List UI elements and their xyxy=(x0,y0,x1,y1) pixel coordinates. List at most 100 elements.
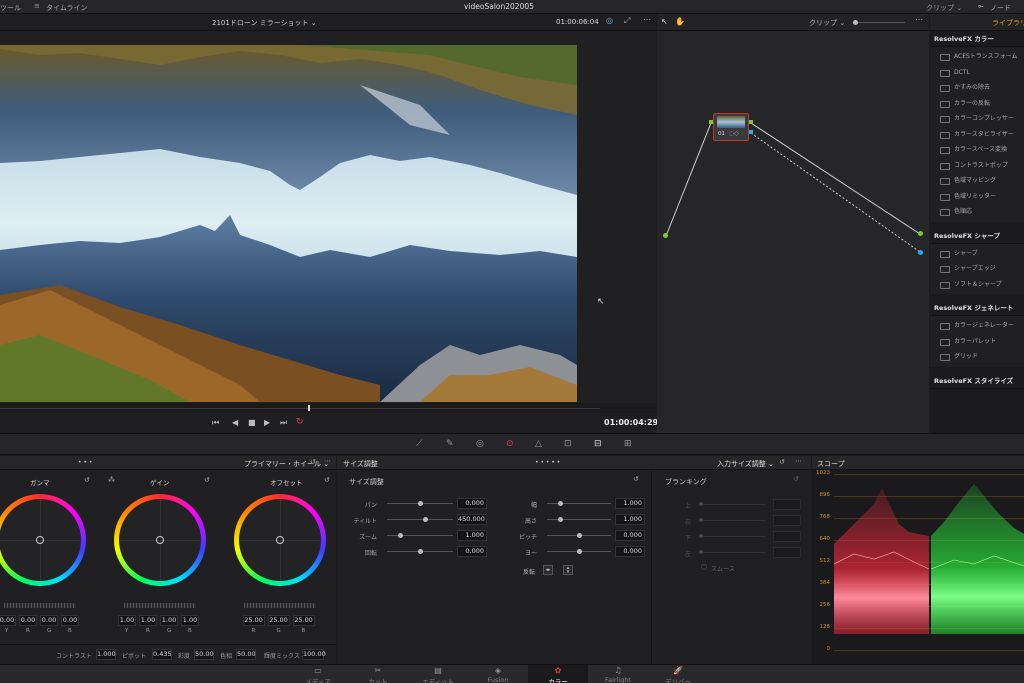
library-item[interactable]: 色域リミッター xyxy=(930,189,1024,205)
clip-name-dropdown[interactable]: 2101ドローン ミラーショット ⌄ xyxy=(212,18,317,28)
blanking-param-value[interactable] xyxy=(773,547,801,558)
wheel-param-value[interactable]: 50.00 xyxy=(236,649,256,660)
sizing-param-knob[interactable] xyxy=(418,501,423,506)
page-tab-4[interactable]: ✿ カラー xyxy=(528,665,588,683)
node-output-rgb-connector[interactable] xyxy=(918,231,923,236)
sizing-param-value[interactable]: 450.000 xyxy=(457,514,487,525)
gain-value-field[interactable]: 1.00 xyxy=(139,615,157,626)
sizing-param-knob[interactable] xyxy=(423,517,428,522)
gain-master-wheel[interactable] xyxy=(124,603,196,608)
library-item[interactable]: コントラストポップ xyxy=(930,158,1024,174)
node-graph[interactable]: 01 ◌◇ xyxy=(657,31,929,433)
sizing-param-knob[interactable] xyxy=(418,549,423,554)
timeline-button[interactable]: タイムライン xyxy=(46,3,88,13)
sizing-param-knob[interactable] xyxy=(398,533,403,538)
window-icon[interactable]: ◎ xyxy=(476,439,484,449)
library-section-title[interactable]: ResolveFX ジェネレート xyxy=(930,300,1024,316)
skip-first-icon[interactable]: ⏮ xyxy=(212,418,219,428)
node-01-output[interactable] xyxy=(749,120,753,124)
gamma-master-wheel[interactable] xyxy=(4,603,76,608)
stop-icon[interactable]: ■ xyxy=(248,418,256,427)
blanking-param-slider[interactable] xyxy=(699,536,765,537)
key-icon[interactable]: ⊡ xyxy=(564,439,572,449)
library-tab[interactable]: ライブラリ xyxy=(992,18,1024,28)
blanking-param-knob[interactable] xyxy=(699,518,703,522)
sizing-param-value[interactable]: 0.000 xyxy=(457,546,487,557)
blanking-param-slider[interactable] xyxy=(699,520,765,521)
wheels-more-icon[interactable]: ⋯ xyxy=(324,457,331,465)
wheel-param-value[interactable]: 50.00 xyxy=(194,649,214,660)
sizing-param-value[interactable]: 1.000 xyxy=(457,530,487,541)
node-mode-dropdown[interactable]: クリップ ⌄ xyxy=(809,18,845,28)
wheel-param-value[interactable]: 100.00 xyxy=(302,649,326,660)
flip-horizontal-button[interactable]: ◂▸ xyxy=(543,565,553,575)
play-reverse-icon[interactable]: ◀ xyxy=(232,418,238,427)
library-item[interactable]: カラーの反転 xyxy=(930,96,1024,112)
page-tab-6[interactable]: 🚀 デリバー xyxy=(648,665,708,683)
smooth-checkbox[interactable] xyxy=(701,564,707,570)
library-item[interactable]: カラースタビライザー xyxy=(930,127,1024,143)
blanking-param-knob[interactable] xyxy=(699,534,703,538)
blanking-param-value[interactable] xyxy=(773,531,801,542)
library-item[interactable]: 色域マッピング xyxy=(930,173,1024,189)
library-item[interactable]: グリッド xyxy=(930,349,1024,365)
more-options-icon[interactable]: ⋯ xyxy=(643,15,651,24)
node-zoom-slider[interactable] xyxy=(853,22,905,23)
sizing-param-slider[interactable] xyxy=(547,519,611,520)
offset-value-field[interactable]: 25.00 xyxy=(242,615,265,626)
sizing-section-reset-icon[interactable]: ↺ xyxy=(633,475,639,483)
blur-icon[interactable]: △ xyxy=(535,439,542,449)
tools-label[interactable]: ツール xyxy=(0,3,21,13)
blanking-param-knob[interactable] xyxy=(699,502,703,506)
wheel-param-value[interactable]: 0.435 xyxy=(152,649,172,660)
blanking-param-value[interactable] xyxy=(773,515,801,526)
skip-last-icon[interactable]: ⏭ xyxy=(280,418,287,428)
gamma-value-field[interactable]: 0.00 xyxy=(19,615,37,626)
library-item[interactable]: DCTL xyxy=(930,65,1024,81)
offset-wheel-puck[interactable] xyxy=(276,536,284,544)
clip-dropdown[interactable]: クリップ ⌄ xyxy=(926,3,962,13)
fullscreen-icon[interactable]: ⤢ xyxy=(624,16,630,26)
sizing-param-knob[interactable] xyxy=(577,549,582,554)
gamma-reset-icon[interactable]: ↺ xyxy=(84,476,90,484)
scrubber-bar[interactable] xyxy=(0,403,656,413)
library-item[interactable]: カラーコンプレッサー xyxy=(930,111,1024,127)
node-01-key-output[interactable] xyxy=(749,130,753,134)
gain-picker-icon[interactable]: ⁂ xyxy=(108,476,115,484)
sizing-icon[interactable]: ⊟ xyxy=(594,439,602,449)
node-input-connector[interactable] xyxy=(663,233,668,238)
sizing-page-dots[interactable]: • • • • • xyxy=(535,459,560,466)
offset-value-field[interactable]: 25.00 xyxy=(267,615,290,626)
gamma-value-field[interactable]: 0.00 xyxy=(0,615,16,626)
node-zoom-knob[interactable] xyxy=(853,20,858,25)
library-item[interactable]: シャープエッジ xyxy=(930,261,1024,277)
gamma-color-wheel[interactable] xyxy=(0,494,86,586)
color-management-icon[interactable]: ◎ xyxy=(606,16,613,25)
sizing-param-knob[interactable] xyxy=(558,501,563,506)
sizing-param-slider[interactable] xyxy=(387,535,453,536)
loop-icon[interactable]: ↻ xyxy=(296,417,304,427)
library-item[interactable]: ソフト＆シャープ xyxy=(930,277,1024,293)
wheel-param-value[interactable]: 1.000 xyxy=(96,649,116,660)
library-item[interactable]: シャープ xyxy=(930,246,1024,262)
node-01[interactable]: 01 ◌◇ xyxy=(713,113,749,141)
sizing-param-value[interactable]: 0.000 xyxy=(615,546,645,557)
sizing-reset-icon[interactable]: ↺ xyxy=(779,458,785,466)
sizing-param-value[interactable]: 1.000 xyxy=(615,498,645,509)
sizing-param-knob[interactable] xyxy=(577,533,582,538)
page-tab-2[interactable]: ▤ エディット xyxy=(408,665,468,683)
library-section-title[interactable]: ResolveFX シャープ xyxy=(930,228,1024,244)
sizing-mode-dropdown[interactable]: 入力サイズ調整 ⌄ xyxy=(717,459,774,469)
gain-wheel-puck[interactable] xyxy=(156,536,164,544)
gain-value-field[interactable]: 1.00 xyxy=(181,615,199,626)
node-more-icon[interactable]: ⋯ xyxy=(915,15,923,24)
sizing-param-value[interactable]: 1.000 xyxy=(615,514,645,525)
node-output-alpha-connector[interactable] xyxy=(918,250,923,255)
blanking-param-slider[interactable] xyxy=(699,552,765,553)
viewer[interactable]: ↖ xyxy=(0,31,656,403)
sizing-param-value[interactable]: 0.000 xyxy=(457,498,487,509)
library-item[interactable]: カラースペース変換 xyxy=(930,142,1024,158)
library-item[interactable]: カラーパレット xyxy=(930,334,1024,350)
gain-reset-icon[interactable]: ↺ xyxy=(204,476,210,484)
gamma-value-field[interactable]: 0.00 xyxy=(61,615,79,626)
